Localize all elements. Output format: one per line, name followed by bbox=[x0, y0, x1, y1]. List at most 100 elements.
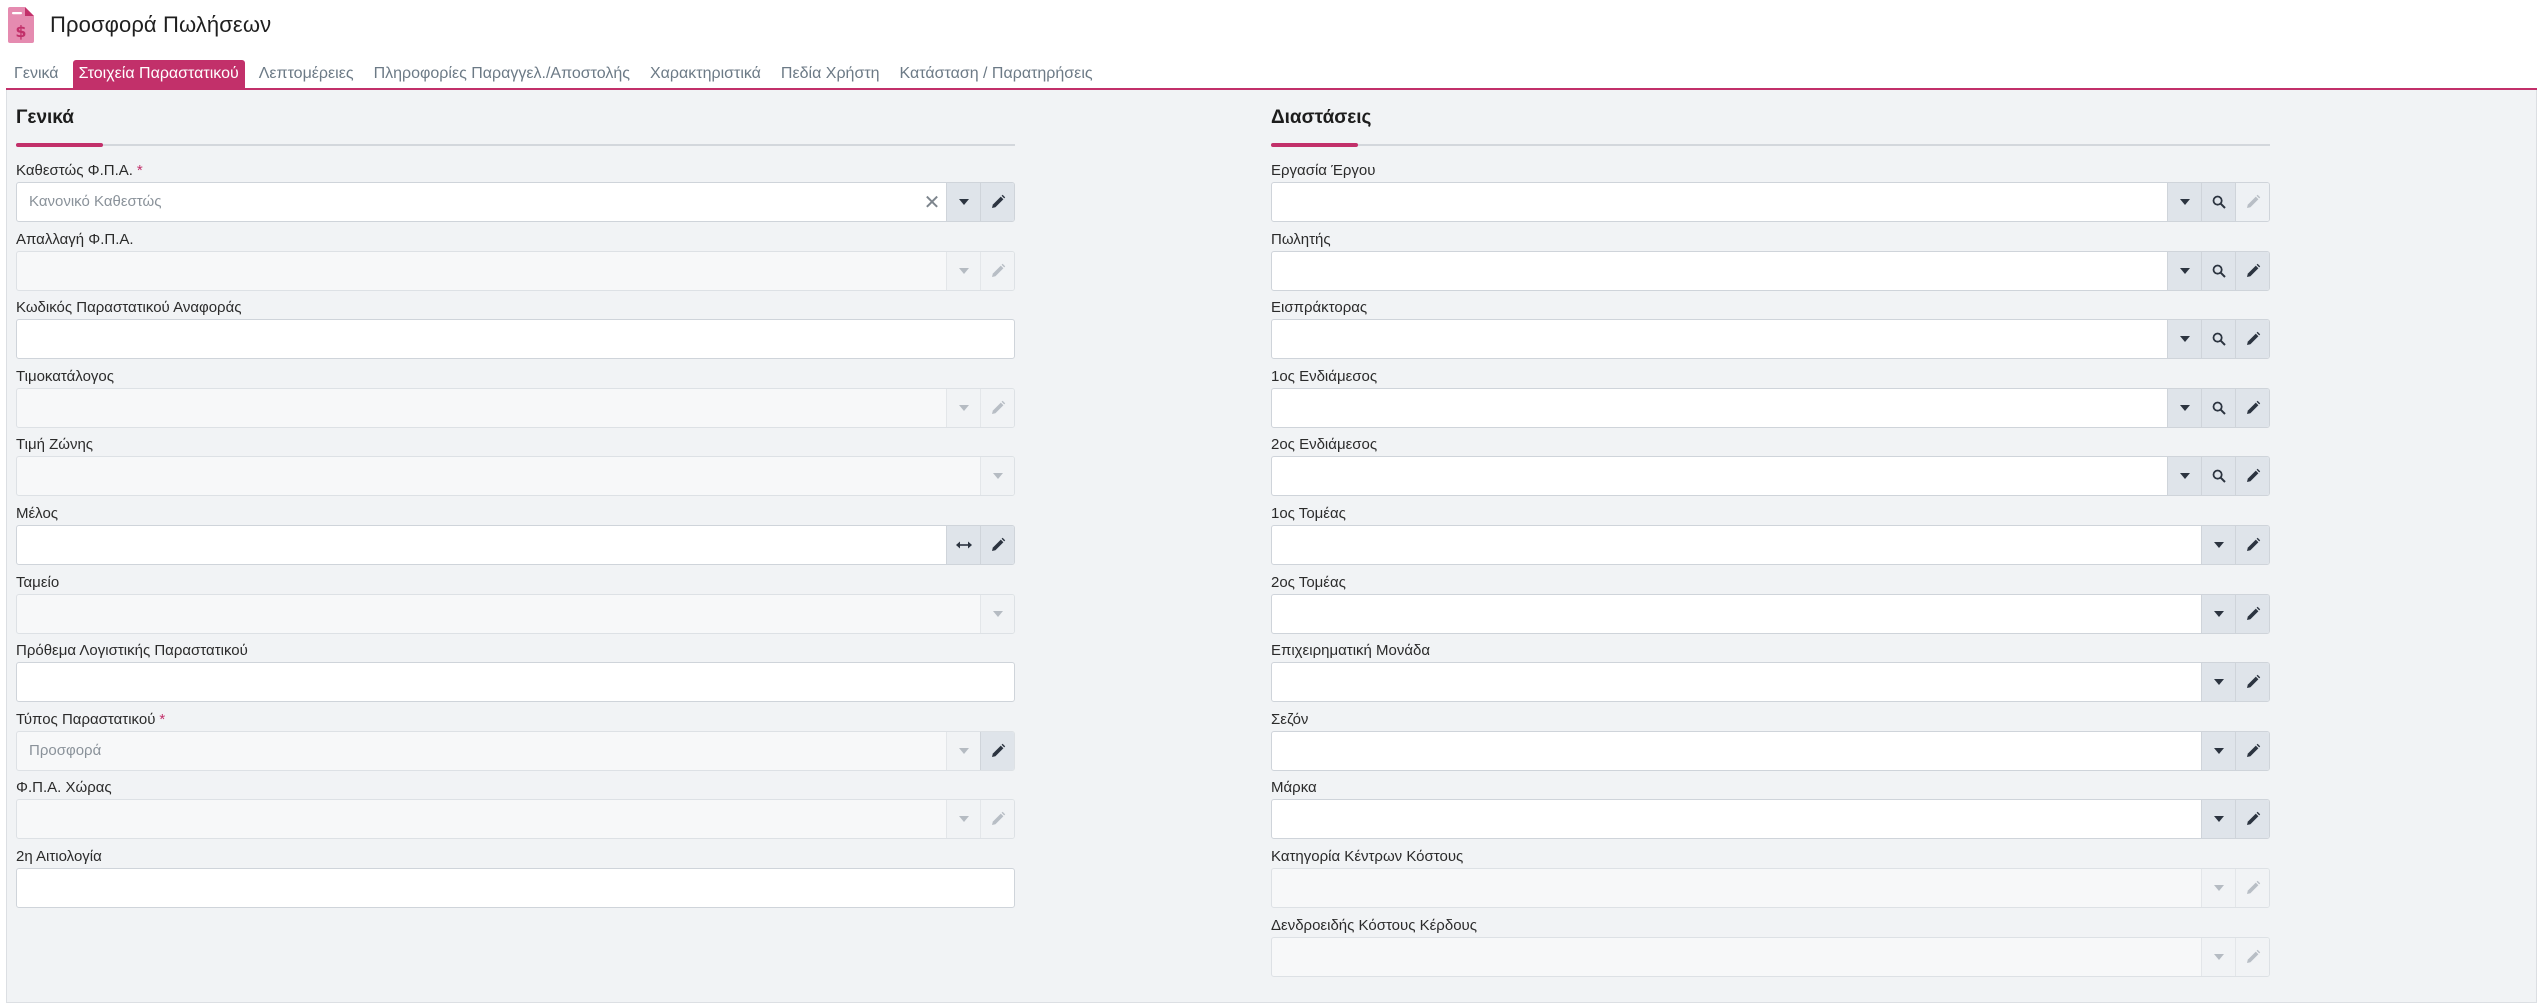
edit-button[interactable] bbox=[2235, 525, 2269, 564]
vat-status-select[interactable]: Κανονικό Καθεστώς ✕ bbox=[16, 182, 1015, 222]
field-value bbox=[1272, 183, 2167, 221]
section-title: Γενικά bbox=[16, 107, 74, 128]
dropdown-button[interactable] bbox=[2167, 320, 2201, 359]
edit-button bbox=[2235, 937, 2269, 976]
magnifier-icon bbox=[2212, 332, 2226, 346]
project-task-select[interactable] bbox=[1271, 182, 2270, 222]
link-button[interactable] bbox=[946, 525, 980, 564]
edit-button[interactable] bbox=[2235, 183, 2269, 221]
reference-code-input[interactable] bbox=[16, 319, 1015, 360]
dropdown-button[interactable] bbox=[2201, 663, 2235, 702]
field-label: Κωδικός Παραστατικού Αναφοράς bbox=[16, 299, 242, 317]
search-button[interactable] bbox=[2201, 320, 2235, 359]
caret-down-icon bbox=[2213, 541, 2224, 548]
field-label: Εισπράκτορας bbox=[1271, 299, 1368, 317]
collector-select[interactable] bbox=[1271, 319, 2270, 360]
dropdown-button[interactable] bbox=[2201, 800, 2235, 839]
second-reason-input[interactable] bbox=[16, 867, 1015, 908]
search-button[interactable] bbox=[2201, 251, 2235, 290]
general-section: Γενικά Καθεστώς Φ.Π.Α. * Κανονικό Καθεστώ… bbox=[16, 107, 1015, 916]
edit-button[interactable] bbox=[980, 183, 1014, 221]
search-button[interactable] bbox=[2201, 457, 2235, 496]
tab-bar: Γενικά Στοιχεία Παραστατικού Λεπτομέρειε… bbox=[8, 60, 1099, 88]
cost-profit-tree-field: Δενδροειδής Κόστους Κέρδους bbox=[1271, 916, 2270, 985]
pencil-icon bbox=[2246, 469, 2260, 483]
pencil-icon bbox=[2246, 880, 2260, 894]
edit-button[interactable] bbox=[980, 731, 1014, 770]
caret-down-icon bbox=[992, 610, 1003, 617]
edit-button[interactable] bbox=[2235, 320, 2269, 359]
svg-text:$: $ bbox=[15, 22, 26, 41]
season-select[interactable] bbox=[1271, 730, 2270, 771]
edit-button[interactable] bbox=[2235, 800, 2269, 839]
caret-down-icon bbox=[2213, 610, 2224, 617]
business-unit-field: Επιχειρηματική Μονάδα bbox=[1271, 641, 2270, 710]
field-value bbox=[1272, 732, 2201, 770]
second-sector-field: 2ος Τομέας bbox=[1271, 573, 2270, 642]
second-sector-select[interactable] bbox=[1271, 593, 2270, 634]
tab-status-notes[interactable]: Κατάσταση / Παρατηρήσεις bbox=[894, 60, 1099, 88]
pencil-icon bbox=[991, 812, 1005, 826]
tab-characteristics[interactable]: Χαρακτηριστικά bbox=[644, 60, 767, 88]
close-icon[interactable]: ✕ bbox=[918, 183, 946, 221]
tab-document-details[interactable]: Στοιχεία Παραστατικού bbox=[72, 60, 245, 88]
field-value bbox=[1272, 457, 2167, 495]
caret-down-icon bbox=[958, 404, 969, 411]
search-button[interactable] bbox=[2201, 183, 2235, 221]
tab-order-shipping-info[interactable]: Πληροφορίες Παραγγελ./Αποστολής bbox=[368, 60, 636, 88]
second-intermediary-select[interactable] bbox=[1271, 456, 2270, 497]
edit-button[interactable] bbox=[2235, 457, 2269, 496]
field-value bbox=[17, 389, 946, 427]
field-value bbox=[1272, 320, 2167, 358]
field-label: Μάρκα bbox=[1271, 779, 1317, 797]
vat-exemption-select bbox=[16, 250, 1015, 291]
accounting-prefix-input[interactable] bbox=[16, 662, 1015, 703]
first-intermediary-select[interactable] bbox=[1271, 387, 2270, 428]
pencil-icon bbox=[2246, 194, 2260, 208]
edit-button[interactable] bbox=[2235, 251, 2269, 290]
salesperson-select[interactable] bbox=[1271, 250, 2270, 291]
tab-user-fields[interactable]: Πεδία Χρήστη bbox=[775, 60, 886, 88]
zone-price-field: Τιμή Ζώνης bbox=[16, 435, 1015, 504]
edit-button[interactable] bbox=[2235, 388, 2269, 427]
dropdown-button bbox=[946, 388, 980, 427]
field-value bbox=[1272, 252, 2167, 290]
dropdown-button[interactable] bbox=[2201, 731, 2235, 770]
brand-select[interactable] bbox=[1271, 799, 2270, 840]
field-label: Απαλλαγή Φ.Π.Α. bbox=[16, 230, 134, 248]
tab-general[interactable]: Γενικά bbox=[8, 60, 65, 88]
form-panel: Γενικά Καθεστώς Φ.Π.Α. * Κανονικό Καθεστώ… bbox=[6, 90, 2537, 1003]
dropdown-button[interactable] bbox=[2201, 594, 2235, 633]
document-type-select: Προσφορά bbox=[16, 730, 1015, 771]
field-label: Φ.Π.Α. Χώρας bbox=[16, 779, 112, 797]
caret-down-icon bbox=[2213, 953, 2224, 960]
edit-button[interactable] bbox=[2235, 594, 2269, 633]
search-button[interactable] bbox=[2201, 388, 2235, 427]
price-list-select bbox=[16, 387, 1015, 428]
edit-button bbox=[980, 388, 1014, 427]
salesperson-field: Πωλητής bbox=[1271, 230, 2270, 299]
dimensions-section: Διαστάσεις Εργασία Έργου Πωλητής Εισπράκ… bbox=[1271, 107, 2270, 984]
tab-details[interactable]: Λεπτομέρειες bbox=[253, 60, 360, 88]
business-unit-select[interactable] bbox=[1271, 662, 2270, 703]
member-select[interactable] bbox=[16, 524, 1015, 565]
field-value bbox=[1272, 663, 2201, 701]
dropdown-button[interactable] bbox=[946, 183, 980, 221]
dropdown-button[interactable] bbox=[2167, 183, 2201, 221]
pencil-icon bbox=[2246, 606, 2260, 620]
dropdown-button[interactable] bbox=[2167, 251, 2201, 290]
dropdown-button[interactable] bbox=[2167, 388, 2201, 427]
caret-down-icon bbox=[2179, 473, 2190, 480]
edit-button[interactable] bbox=[2235, 731, 2269, 770]
caret-down-icon bbox=[2213, 816, 2224, 823]
edit-button[interactable] bbox=[980, 525, 1014, 564]
dropdown-button[interactable] bbox=[2167, 457, 2201, 496]
field-label: Εργασία Έργου bbox=[1271, 162, 1376, 179]
first-sector-field: 1ος Τομέας bbox=[1271, 504, 2270, 573]
caret-down-icon bbox=[2179, 336, 2190, 343]
edit-button[interactable] bbox=[2235, 663, 2269, 702]
caret-down-icon bbox=[2213, 679, 2224, 686]
caret-down-icon bbox=[958, 747, 969, 754]
first-sector-select[interactable] bbox=[1271, 524, 2270, 565]
dropdown-button[interactable] bbox=[2201, 525, 2235, 564]
